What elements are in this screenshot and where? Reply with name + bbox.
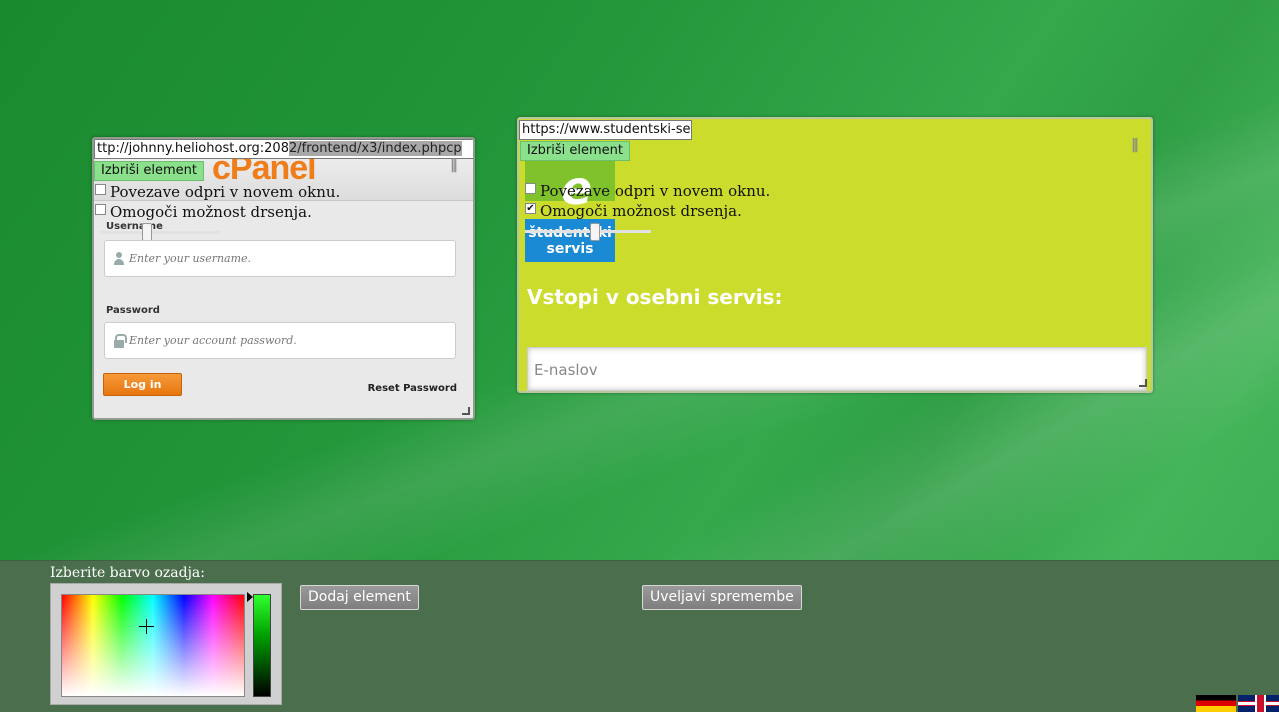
- open-new-window-label: Povezave odpri v novem oknu.: [110, 183, 341, 201]
- opacity-slider-handle[interactable]: [590, 223, 600, 241]
- add-element-button[interactable]: Dodaj element: [300, 585, 419, 610]
- resize-handle-icon[interactable]: [1139, 379, 1147, 387]
- apply-changes-button[interactable]: Uveljavi spremembe: [642, 585, 802, 610]
- grip-icon[interactable]: |||: [450, 157, 458, 173]
- bottom-toolbar: Izberite barvo ozadja: Dodaj element Uve…: [0, 560, 1279, 712]
- opacity-slider-track[interactable]: [525, 230, 651, 233]
- grip-icon[interactable]: |||: [1131, 137, 1139, 153]
- reset-password-link[interactable]: Reset Password: [368, 383, 457, 394]
- username-field[interactable]: Enter your username.: [104, 240, 456, 277]
- url-input[interactable]: ttp://johnny.heliohost.org:2082/frontend…: [94, 139, 473, 159]
- user-icon: [113, 252, 125, 265]
- open-new-window-checkbox[interactable]: [95, 183, 106, 195]
- url-text-plain: ttp://johnny.heliohost.org:208: [97, 141, 289, 156]
- opacity-slider-track[interactable]: [100, 231, 220, 234]
- resize-handle-icon[interactable]: [462, 407, 470, 415]
- embedded-element-studentski-servis[interactable]: e študentski servis https://www.students…: [517, 117, 1153, 393]
- login-title: Vstopi v osebni servis:: [527, 285, 783, 309]
- crosshair-icon[interactable]: [139, 619, 154, 634]
- embedded-element-cpanel[interactable]: cPanel ttp://johnny.heliohost.org:2082/f…: [92, 137, 475, 420]
- enable-scroll-checkbox[interactable]: ✔: [525, 202, 536, 214]
- lock-icon: [113, 333, 127, 348]
- login-button[interactable]: Log in: [103, 373, 182, 396]
- background-color-label: Izberite barvo ozadja:: [50, 565, 205, 581]
- uk-flag-icon[interactable]: [1238, 695, 1279, 712]
- color-picker[interactable]: [50, 583, 282, 705]
- color-spectrum[interactable]: [61, 594, 245, 697]
- enable-scroll-option[interactable]: Omogoči možnost drsenja.: [95, 203, 312, 221]
- delete-element-button[interactable]: Izbriši element: [94, 161, 204, 181]
- password-field[interactable]: Enter your account password.: [104, 322, 456, 359]
- url-input[interactable]: https://www.studentski-servis: [519, 120, 692, 140]
- opacity-slider-handle[interactable]: [142, 223, 152, 241]
- open-new-window-checkbox[interactable]: [525, 182, 536, 194]
- password-placeholder: Enter your account password.: [129, 334, 297, 347]
- delete-element-button[interactable]: Izbriši element: [520, 141, 630, 161]
- enable-scroll-checkbox[interactable]: [95, 203, 106, 215]
- open-new-window-label: Povezave odpri v novem oknu.: [540, 182, 771, 200]
- username-placeholder: Enter your username.: [129, 252, 252, 265]
- open-new-window-option[interactable]: Povezave odpri v novem oknu.: [525, 182, 770, 200]
- url-text-selected: 2/frontend/x3/index.phpcp: [288, 141, 462, 156]
- open-new-window-option[interactable]: Povezave odpri v novem oknu.: [95, 183, 340, 201]
- password-label: Password: [106, 305, 160, 316]
- enable-scroll-label: Omogoči možnost drsenja.: [540, 202, 742, 220]
- enable-scroll-option[interactable]: ✔ Omogoči možnost drsenja.: [525, 202, 742, 220]
- hue-slider[interactable]: [253, 594, 271, 697]
- german-flag-icon[interactable]: [1196, 695, 1236, 712]
- studentski-servis-logo-text: študentski servis: [525, 219, 615, 262]
- enable-scroll-label: Omogoči možnost drsenja.: [110, 203, 312, 221]
- email-field[interactable]: E-naslov: [527, 347, 1147, 391]
